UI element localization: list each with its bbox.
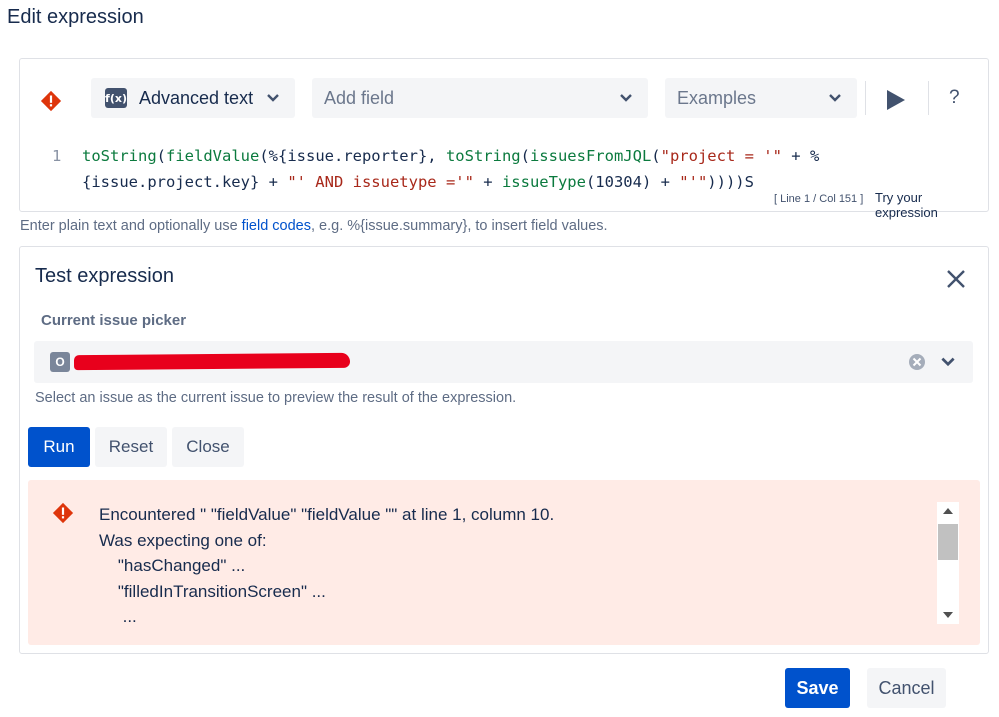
error-scrollbar[interactable] [937,502,959,624]
mode-label: Advanced text [139,87,254,108]
line-number: 1 [52,147,62,165]
scroll-thumb[interactable] [938,524,958,560]
error-line: ... [99,607,137,626]
mode-dropdown[interactable]: f(x) Advanced text [91,78,295,118]
chevron-down-icon[interactable] [939,353,957,371]
cursor-position: [ Line 1 / Col 151 ] [774,193,864,205]
error-icon [52,502,74,524]
error-line: Encountered " "fieldValue" "fieldValue "… [99,505,555,524]
close-button[interactable]: Close [172,427,244,467]
play-icon[interactable] [886,89,906,111]
add-field-dropdown[interactable]: Add field [312,78,648,118]
test-expression-panel: Test expression Current issue picker O S… [19,246,989,654]
examples-placeholder: Examples [677,87,757,108]
run-button[interactable]: Run [28,427,90,467]
code-line-2: {issue.project.key} + "' AND issuetype =… [82,173,754,191]
function-icon: f(x) [105,88,127,108]
redacted-issue-name [73,352,351,371]
add-field-placeholder: Add field [324,87,395,108]
error-line: Was expecting one of: [99,530,267,550]
picker-hint: Select an issue as the current issue to … [35,390,517,406]
chevron-down-icon [267,94,279,102]
editor-hint: Enter plain text and optionally use fiel… [20,218,608,234]
scroll-up-icon[interactable] [943,508,953,514]
scroll-down-icon[interactable] [943,612,953,618]
reset-button[interactable]: Reset [95,427,167,467]
help-button[interactable]: ? [949,87,960,109]
examples-dropdown[interactable]: Examples [665,78,857,118]
close-icon[interactable] [946,269,966,289]
dialog-title: Edit expression [7,6,144,28]
clear-icon[interactable] [908,353,926,371]
error-line: "hasChanged" ... [99,556,246,575]
issue-type-icon: O [50,352,70,372]
try-expression-link[interactable]: Try your expression [875,190,988,220]
error-message-panel: Encountered " "fieldValue" "fieldValue "… [28,480,980,645]
chevron-down-icon [829,94,841,102]
error-text: Encountered " "fieldValue" "fieldValue "… [99,502,554,630]
error-line: "filledInTransitionScreen" ... [99,581,326,601]
issue-picker[interactable]: O [34,341,973,383]
error-icon [40,90,62,112]
save-button[interactable]: Save [785,668,850,708]
code-line-1: toString(fieldValue(%{issue.reporter}, t… [82,147,820,165]
test-panel-title: Test expression [35,265,174,287]
picker-label: Current issue picker [41,312,187,329]
toolbar-divider [865,81,866,115]
toolbar-divider [928,81,929,115]
chevron-down-icon [620,94,632,102]
cancel-button[interactable]: Cancel [867,668,946,708]
field-codes-link[interactable]: field codes [242,218,311,234]
expression-editor-panel: f(x) Advanced text Add field Examples ? … [19,58,989,220]
